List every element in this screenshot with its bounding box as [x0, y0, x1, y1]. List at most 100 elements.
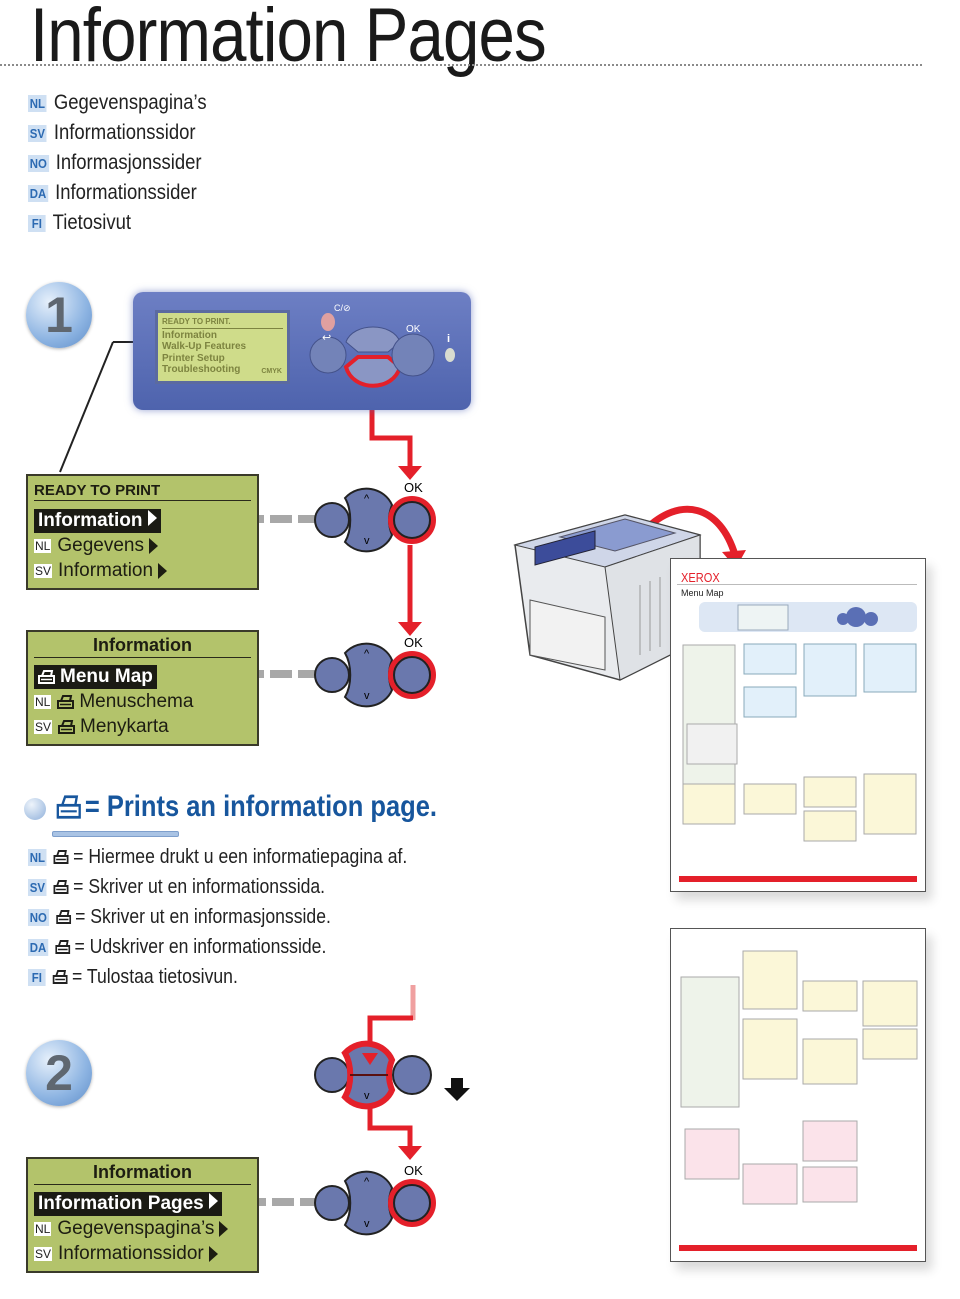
lcd-screen-ready: READY TO PRINT Information NL Gegevens SV…	[26, 474, 259, 590]
language-code: NO	[28, 908, 49, 926]
bullet-icon	[24, 798, 46, 820]
print-icon	[55, 910, 71, 924]
print-icon	[56, 795, 81, 819]
down-icon: v	[364, 1218, 370, 1230]
print-icon	[57, 695, 75, 709]
row-label: Informationssidor	[58, 1243, 204, 1264]
cmyk-indicator: CMYK	[261, 367, 282, 375]
step-number-2: 2	[26, 1040, 92, 1106]
print-icon	[53, 880, 69, 894]
down-icon: v	[364, 1090, 370, 1102]
cancel-button[interactable]	[321, 313, 335, 331]
up-button[interactable]	[345, 326, 401, 353]
arrow-right-icon	[219, 1221, 229, 1237]
language-code: SV	[28, 878, 47, 896]
language-code: NL	[34, 1222, 52, 1236]
arrow-right-icon	[208, 1246, 218, 1262]
screen-row: SV Menykarta	[34, 716, 169, 738]
language-code: SV	[34, 1247, 53, 1261]
arrow-right-icon	[208, 1193, 218, 1209]
ok-button[interactable]	[388, 496, 436, 544]
lcd-screen-information-pages: Information Information Pages NL Gegevens…	[26, 1157, 259, 1273]
screen-header: READY TO PRINT	[34, 482, 251, 501]
description-text: = Udskriver en informationsside.	[74, 935, 327, 958]
xerox-logo: XEROX	[681, 570, 720, 585]
item-label: Menu Map	[60, 666, 153, 687]
back-button[interactable]	[314, 657, 350, 693]
menu-map-diagram	[679, 950, 918, 1251]
ok-label: OK	[404, 635, 423, 650]
back-button[interactable]	[314, 1185, 350, 1221]
control-panel: READY TO PRINT. Information Walk-Up Feat…	[133, 292, 471, 410]
print-icon	[52, 970, 68, 984]
description-text: = Skriver ut en informationssida.	[73, 875, 326, 898]
language-code: SV	[34, 564, 53, 578]
screen-selected-item[interactable]: Menu Map	[34, 665, 157, 689]
display-item: Walk-Up Features	[162, 341, 247, 352]
ok-button[interactable]	[388, 1179, 436, 1227]
down-icon: v	[364, 535, 370, 547]
print-icon	[55, 940, 71, 954]
screen-row: SV Informationssidor	[34, 1243, 218, 1265]
print-icon	[38, 669, 55, 684]
row-label: Gegevenspagina’s	[57, 1218, 215, 1239]
language-code: NL	[28, 848, 47, 866]
language-code: DA	[28, 938, 49, 956]
back-button[interactable]	[314, 502, 350, 538]
page: Information Pages NL Gegevenspagina’s SV I…	[0, 0, 960, 1299]
ok-label: OK	[406, 324, 421, 335]
language-code: NL	[34, 695, 52, 709]
description-text: = Tulostaa tietosivun.	[72, 965, 238, 988]
print-icon	[53, 850, 69, 864]
ok-button[interactable]	[391, 333, 435, 377]
screen-header: Information	[34, 1162, 251, 1185]
screen-header: Information	[34, 635, 251, 658]
screen-row: NL Menuschema	[34, 691, 193, 713]
heading-underline	[52, 831, 179, 837]
description-item: NO = Skriver ut en informasjonsside.	[28, 904, 331, 930]
display-header: READY TO PRINT.	[162, 316, 283, 329]
info-icon: i	[447, 333, 450, 345]
nav-buttons-down: v	[314, 1040, 432, 1110]
description-text: = Hiermee drukt u een informatiepagina a…	[73, 845, 408, 868]
screen-row: NL Gegevens	[34, 535, 158, 557]
screen-selected-item[interactable]: Information	[34, 509, 161, 533]
language-code: SV	[34, 720, 53, 734]
nav-buttons-ok-2: OK ^ v	[314, 635, 436, 708]
help-button[interactable]	[445, 348, 455, 362]
item-label: Information Pages	[38, 1193, 204, 1214]
description-item: DA = Udskriver en informationsside.	[28, 934, 326, 960]
section-heading: = Prints an information page.	[56, 790, 437, 824]
row-label: Information	[58, 560, 154, 581]
language-code: NL	[34, 539, 52, 553]
row-label: Menykarta	[80, 716, 169, 737]
item-label: Information	[38, 510, 143, 531]
ok-button[interactable]	[388, 651, 436, 699]
ok-button[interactable]	[392, 1055, 432, 1095]
description-text: = Skriver ut en informasjonsside.	[75, 905, 331, 928]
up-icon: ^	[364, 1176, 370, 1188]
panel-display: READY TO PRINT. Information Walk-Up Feat…	[155, 310, 290, 384]
description-item: SV = Skriver ut en informationssida.	[28, 874, 325, 900]
back-icon: ↩	[322, 332, 331, 344]
lcd-screen-information: Information Menu Map NL Menuschema SV Meny…	[26, 630, 259, 746]
nav-buttons-ok-1: OK ^ v	[314, 480, 436, 553]
language-code: FI	[28, 968, 46, 986]
ok-label: OK	[404, 1163, 423, 1178]
down-button[interactable]	[343, 355, 403, 388]
description-item: FI = Tulostaa tietosivun.	[28, 964, 238, 990]
ok-label: OK	[404, 480, 423, 495]
up-icon: ^	[364, 648, 370, 660]
up-icon: ^	[364, 493, 370, 505]
heading-text: = Prints an information page.	[84, 790, 437, 823]
down-icon: v	[364, 690, 370, 702]
screen-row: NL Gegevenspagina’s	[34, 1218, 229, 1240]
menu-map-title: Menu Map	[681, 588, 724, 598]
screen-selected-item[interactable]: Information Pages	[34, 1192, 222, 1216]
back-button[interactable]	[314, 1057, 350, 1093]
menu-map-page-2	[670, 928, 926, 1262]
screen-row: SV Information	[34, 560, 168, 582]
row-label: Gegevens	[57, 535, 144, 556]
panel-buttons: C/⊘ ↩ OK i	[309, 303, 455, 388]
menu-map-page: XEROX Menu Map	[670, 558, 926, 892]
